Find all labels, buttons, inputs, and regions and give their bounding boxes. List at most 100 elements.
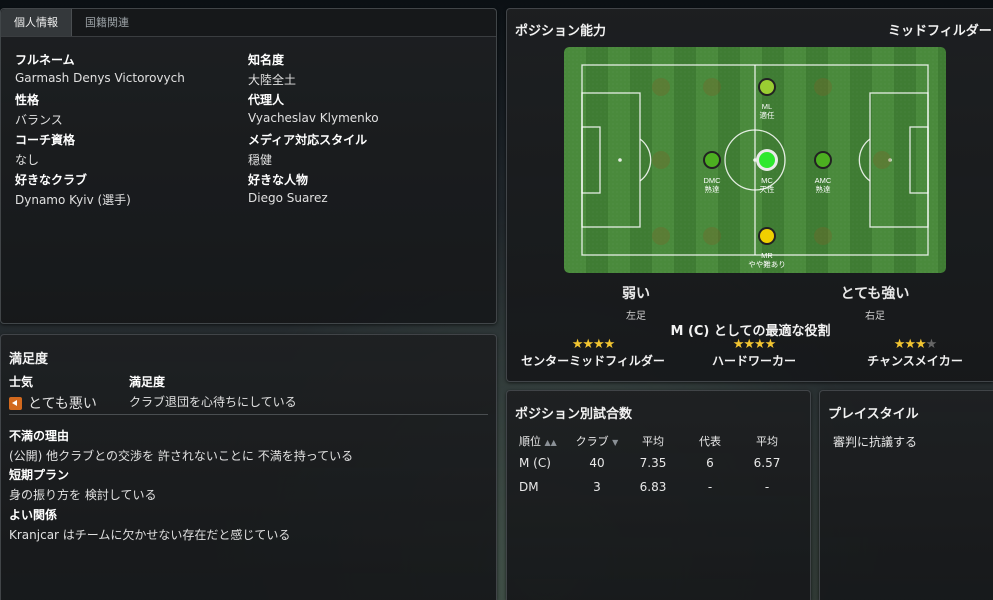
playstyle-item: 審判に抗議する [833, 435, 918, 449]
field-value: バランス [15, 113, 63, 127]
right-foot-strength: とても強い 右足 [825, 283, 925, 322]
col-header-position[interactable]: 順位 ▲▲ [513, 431, 571, 451]
table-row[interactable]: M (C) 40 7.35 6 6.57 [513, 451, 797, 475]
marker-rating: 天性 [760, 184, 775, 194]
star-icon: ★★★★ [732, 337, 777, 352]
morale-icon [9, 396, 22, 410]
tab-personal-info[interactable]: 個人情報 [1, 9, 72, 36]
position-panel: ポジション能力 ミッドフィルダー ML 適任 DMC 熟達 MC 天性 AMC … [506, 8, 993, 382]
field-favourite-person: 好きな人物 Diego Suarez [248, 171, 328, 205]
reason-value: (公開) 他クラブとの交渉を 許されないことに 不満を持っている [9, 449, 354, 463]
role-playmaker[interactable]: ★★★★ チャンスメイカー [855, 337, 975, 369]
marker-code: MR [761, 251, 773, 260]
position-marker-mr[interactable] [760, 229, 774, 243]
marker-code: AMC [815, 176, 832, 185]
position-marker-dmc[interactable] [705, 153, 719, 167]
col-header-club-avg[interactable]: 平均 [623, 431, 683, 451]
col-header-intl[interactable]: 代表 [683, 431, 737, 451]
morale-value: とても悪い [28, 396, 97, 412]
tab-nationality[interactable]: 国籍関連 [72, 9, 142, 36]
marker-rating: 適任 [760, 110, 775, 120]
reason-field: 不満の理由 (公開) 他クラブとの交渉を 許されないことに 不満を持っている [9, 427, 353, 464]
cell-club-apps: 40 [589, 456, 605, 470]
pitch-diagram: ML 適任 DMC 熟達 MC 天性 AMC 熟達 MR やや難あり [564, 47, 946, 273]
field-label: 好きな人物 [248, 173, 309, 187]
role-name: チャンスメイカー [867, 354, 963, 368]
table-header-row: 順位 ▲▲ クラブ ▼ 平均 代表 平均 [513, 431, 797, 451]
morale-label: 士気 [9, 375, 34, 389]
stats-title: ポジション別試合数 [515, 407, 633, 422]
field-value: 大陸全土 [248, 73, 297, 87]
field-label: 好きなクラブ [15, 173, 88, 187]
star-icon: ★★★ [893, 337, 927, 352]
field-personality: 性格 バランス [15, 91, 63, 128]
plan-value: 身の振り方を 検討している [9, 488, 157, 502]
position-marker-mc[interactable] [759, 152, 775, 168]
playstyle-panel: プレイスタイル 審判に抗議する [819, 390, 993, 600]
cell-position: M (C) [519, 456, 551, 470]
cell-intl-apps: 6 [706, 456, 714, 470]
role-name: ハードワーカー [711, 354, 796, 368]
morale-field: 士気 とても悪い [9, 373, 97, 413]
field-value: Garmash Denys Victorovych [15, 71, 185, 85]
field-coaching-badge: コーチ資格 なし [15, 131, 75, 168]
personal-panel: 個人情報 国籍関連 フルネーム Garmash Denys Victorovyc… [0, 8, 497, 324]
position-stats-panel: ポジション別試合数 順位 ▲▲ クラブ ▼ 平均 代表 平均 M (C) 40 … [506, 390, 811, 600]
satisfaction-field: 満足度 クラブ退団を心待ちにしている [129, 373, 297, 410]
marker-rating: 熟達 [816, 184, 831, 194]
left-foot-rating: 弱い [622, 286, 650, 302]
satisfaction-label: 満足度 [129, 375, 166, 389]
field-value[interactable]: Vyacheslav Klymenko [248, 111, 379, 125]
divider [9, 414, 488, 415]
left-foot-strength: 弱い 左足 [603, 283, 669, 322]
cell-intl-apps: - [707, 480, 713, 494]
cell-club-apps: 3 [593, 480, 601, 494]
field-label: 知名度 [248, 53, 285, 67]
col-header-club[interactable]: クラブ ▼ [571, 431, 623, 451]
relation-label: よい関係 [9, 508, 58, 522]
marker-code: DMC [703, 176, 721, 185]
field-media-style: メディア対応スタイル 穏健 [248, 131, 367, 168]
right-foot-rating: とても強い [840, 286, 910, 302]
relation-value[interactable]: Kranjcar はチームに欠かせない存在だと感じている [9, 526, 290, 543]
cell-club-avg: 7.35 [639, 456, 667, 470]
col-header-intl-avg[interactable]: 平均 [737, 431, 797, 451]
field-value[interactable]: Diego Suarez [248, 191, 328, 205]
sort-desc-icon[interactable]: ▼ [612, 438, 618, 447]
position-marker-amc[interactable] [816, 153, 830, 167]
role-box-to-box[interactable]: ★★★★ ハードワーカー [691, 337, 817, 369]
table-row[interactable]: DM 3 6.83 - - [513, 475, 797, 499]
marker-rating: やや難あり [748, 259, 786, 269]
marker-rating: 熟達 [705, 184, 720, 194]
half-star-icon: ★ [925, 337, 938, 352]
field-label: 代理人 [248, 93, 285, 107]
stats-table: 順位 ▲▲ クラブ ▼ 平均 代表 平均 M (C) 40 7.35 6 6.5… [513, 431, 797, 499]
field-label: 性格 [15, 93, 40, 107]
playstyle-title: プレイスタイル [828, 407, 919, 422]
role-stars: ★★★★ [691, 337, 817, 352]
cell-position: DM [519, 480, 539, 494]
role-central-midfielder[interactable]: ★★★★ センターミッドフィルダー [517, 337, 669, 369]
cell-intl-avg: 6.57 [753, 456, 781, 470]
field-label: メディア対応スタイル [248, 133, 368, 147]
tab-bar: 個人情報 国籍関連 [1, 9, 496, 37]
field-value[interactable]: Dynamo Kyiv (選手) [15, 191, 131, 208]
role-stars: ★★★★ [517, 337, 669, 352]
position-marker-ml[interactable] [760, 80, 774, 94]
plan-label: 短期プラン [9, 468, 70, 482]
field-agent: 代理人 Vyacheslav Klymenko [248, 91, 379, 125]
field-favourite-club: 好きなクラブ Dynamo Kyiv (選手) [15, 171, 131, 208]
satisfaction-panel: 満足度 士気 とても悪い 満足度 クラブ退団を心待ちにしている 不満の理由 (公… [0, 334, 497, 600]
good-relations-field: よい関係 Kranjcar はチームに欠かせない存在だと感じている [9, 506, 290, 543]
reason-label: 不満の理由 [9, 429, 70, 443]
role-name: センターミッドフィルダー [521, 354, 665, 368]
star-icon: ★★★★ [571, 337, 616, 352]
field-full-name: フルネーム Garmash Denys Victorovych [15, 51, 185, 85]
field-label: フルネーム [15, 53, 75, 67]
field-label: コーチ資格 [15, 133, 76, 147]
cell-club-avg: 6.83 [639, 480, 667, 494]
field-value: 穏健 [248, 153, 273, 167]
satisfaction-title: 満足度 [9, 352, 49, 367]
sort-asc-icon[interactable]: ▲▲ [545, 438, 557, 447]
position-title: ポジション能力 [515, 24, 607, 39]
